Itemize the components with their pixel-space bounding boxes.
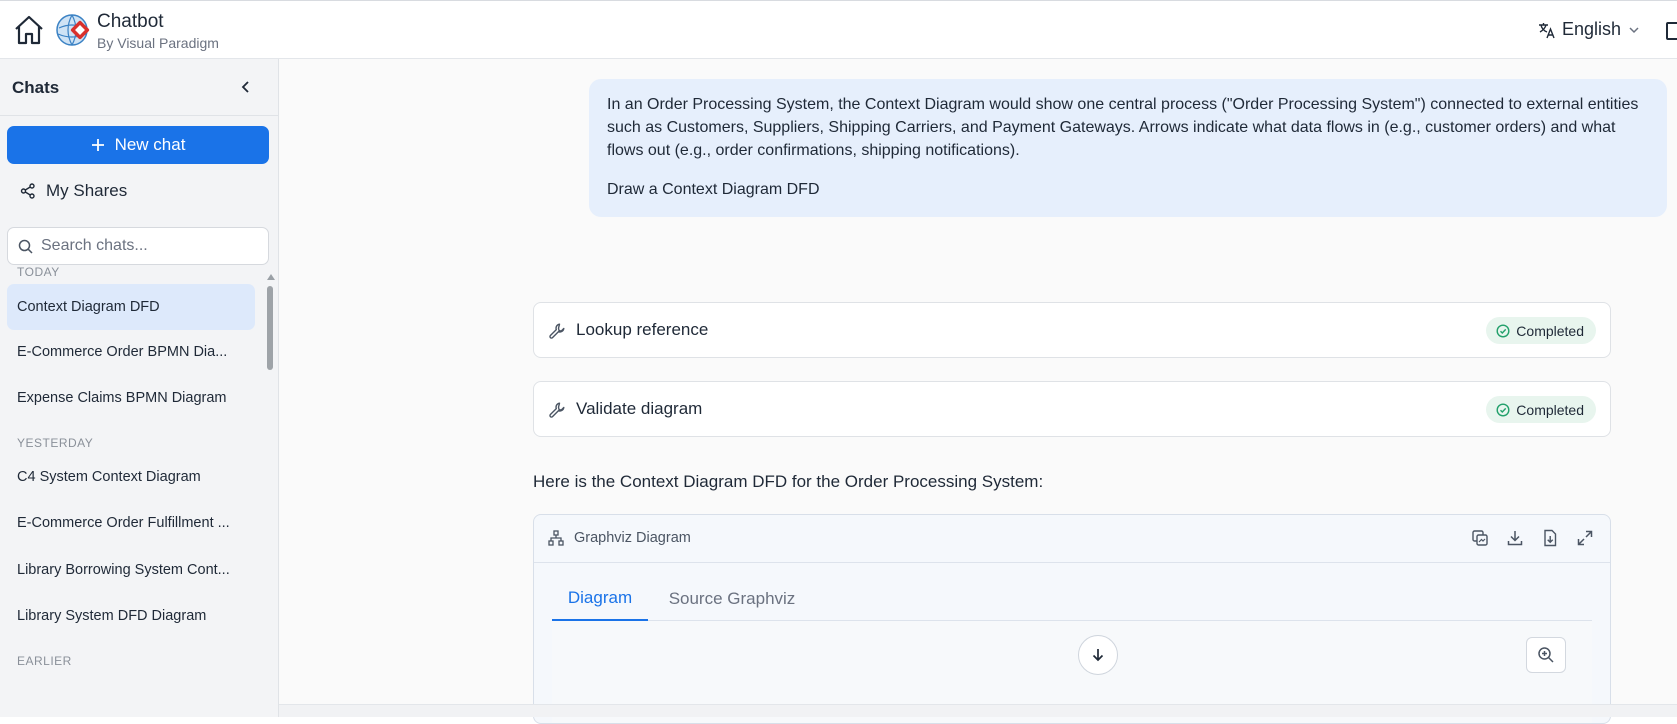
home-button[interactable] [12,13,46,47]
translate-icon [1539,22,1555,38]
chat-item-ecommerce-fulfillment[interactable]: E-Commerce Order Fulfillment ... [7,500,255,546]
group-label-yesterday: YESTERDAY [17,436,94,450]
group-label-today: TODAY [17,265,60,279]
download-file-icon[interactable] [1541,529,1559,547]
search-icon [18,239,33,254]
tool-call-validate-diagram[interactable]: Validate diagram Completed [533,381,1611,437]
download-icon[interactable] [1506,529,1524,547]
scroll-thumb[interactable] [267,286,273,370]
check-circle-icon [1496,402,1510,417]
diagram-card-title: Graphviz Diagram [574,530,691,546]
home-icon [15,15,43,45]
chat-item-ecommerce-bpmn[interactable]: E-Commerce Order BPMN Dia... [7,329,255,375]
sidebar-header: Chats [0,59,278,116]
expand-icon[interactable] [1576,529,1594,547]
graphviz-diagram-card: Graphviz Diagram Diagram Source Graphviz [533,514,1611,724]
diagram-actions [1471,529,1594,547]
wrench-icon [549,323,565,339]
status-label: Completed [1516,322,1584,339]
group-label-earlier: EARLIER [17,654,72,668]
zoom-in-icon [1538,647,1554,663]
chat-item-library-borrowing[interactable]: Library Borrowing System Cont... [7,547,255,593]
my-shares-link[interactable]: My Shares [20,181,127,201]
chat-main: In an Order Processing System, the Conte… [279,59,1677,724]
tool-name: Validate diagram [576,399,703,418]
tab-source-graphviz[interactable]: Source Graphviz [652,577,812,621]
my-shares-label: My Shares [46,181,128,200]
copy-image-icon[interactable] [1471,529,1489,547]
diagram-card-header: Graphviz Diagram [534,515,1610,563]
check-circle-icon [1496,323,1510,338]
chevron-left-icon [241,81,249,93]
visual-paradigm-logo [55,12,91,48]
plus-icon [91,139,104,151]
language-selector[interactable]: English [1538,19,1641,40]
new-chat-label: New chat [114,135,186,154]
app-subtitle: By Visual Paradigm [97,35,219,51]
tab-diagram[interactable]: Diagram [552,577,648,621]
tool-call-lookup-reference[interactable]: Lookup reference Completed [533,302,1611,358]
scroll-up-arrow[interactable] [267,274,275,280]
top-header: Chatbot By Visual Paradigm English [0,0,1677,59]
chevron-down-icon [1629,26,1639,33]
wrench-icon [549,402,565,418]
assistant-answer-text: Here is the Context Diagram DFD for the … [533,472,1044,491]
status-badge: Completed [1486,396,1596,423]
zoom-in-button[interactable] [1526,637,1566,673]
sidebar-title: Chats [12,78,60,97]
status-badge: Completed [1486,317,1596,344]
chat-item-c4-context[interactable]: C4 System Context Diagram [7,454,255,500]
tool-name: Lookup reference [576,320,709,339]
diagram-icon [548,530,564,546]
scroll-down-button[interactable] [1078,635,1118,675]
user-message-bubble: In an Order Processing System, the Conte… [589,79,1667,217]
user-message-request: Draw a Context Diagram DFD [607,181,820,198]
sidebar-scrollbar[interactable] [266,274,275,717]
arrow-down-icon [1092,649,1104,662]
chat-item-context-diagram-dfd[interactable]: Context Diagram DFD [7,284,255,330]
status-label: Completed [1516,401,1584,418]
collapse-sidebar-button[interactable] [236,77,256,97]
chat-item-library-dfd[interactable]: Library System DFD Diagram [7,593,255,639]
chat-sidebar: Chats New chat My Shares TODAY Context D… [0,59,279,717]
chat-item-expense-claims[interactable]: Expense Claims BPMN Diagram [7,375,255,421]
bottom-edge [279,704,1677,717]
search-box [7,227,269,265]
user-message-text: In an Order Processing System, the Conte… [607,96,1639,159]
panel-toggle-icon[interactable] [1666,22,1677,40]
app-title: Chatbot [97,11,164,32]
share-icon [20,183,35,199]
language-label: English [1562,19,1622,39]
search-chats-input[interactable] [41,237,251,255]
diagram-tabs: Diagram Source Graphviz [552,577,1592,621]
new-chat-button[interactable]: New chat [7,126,269,164]
